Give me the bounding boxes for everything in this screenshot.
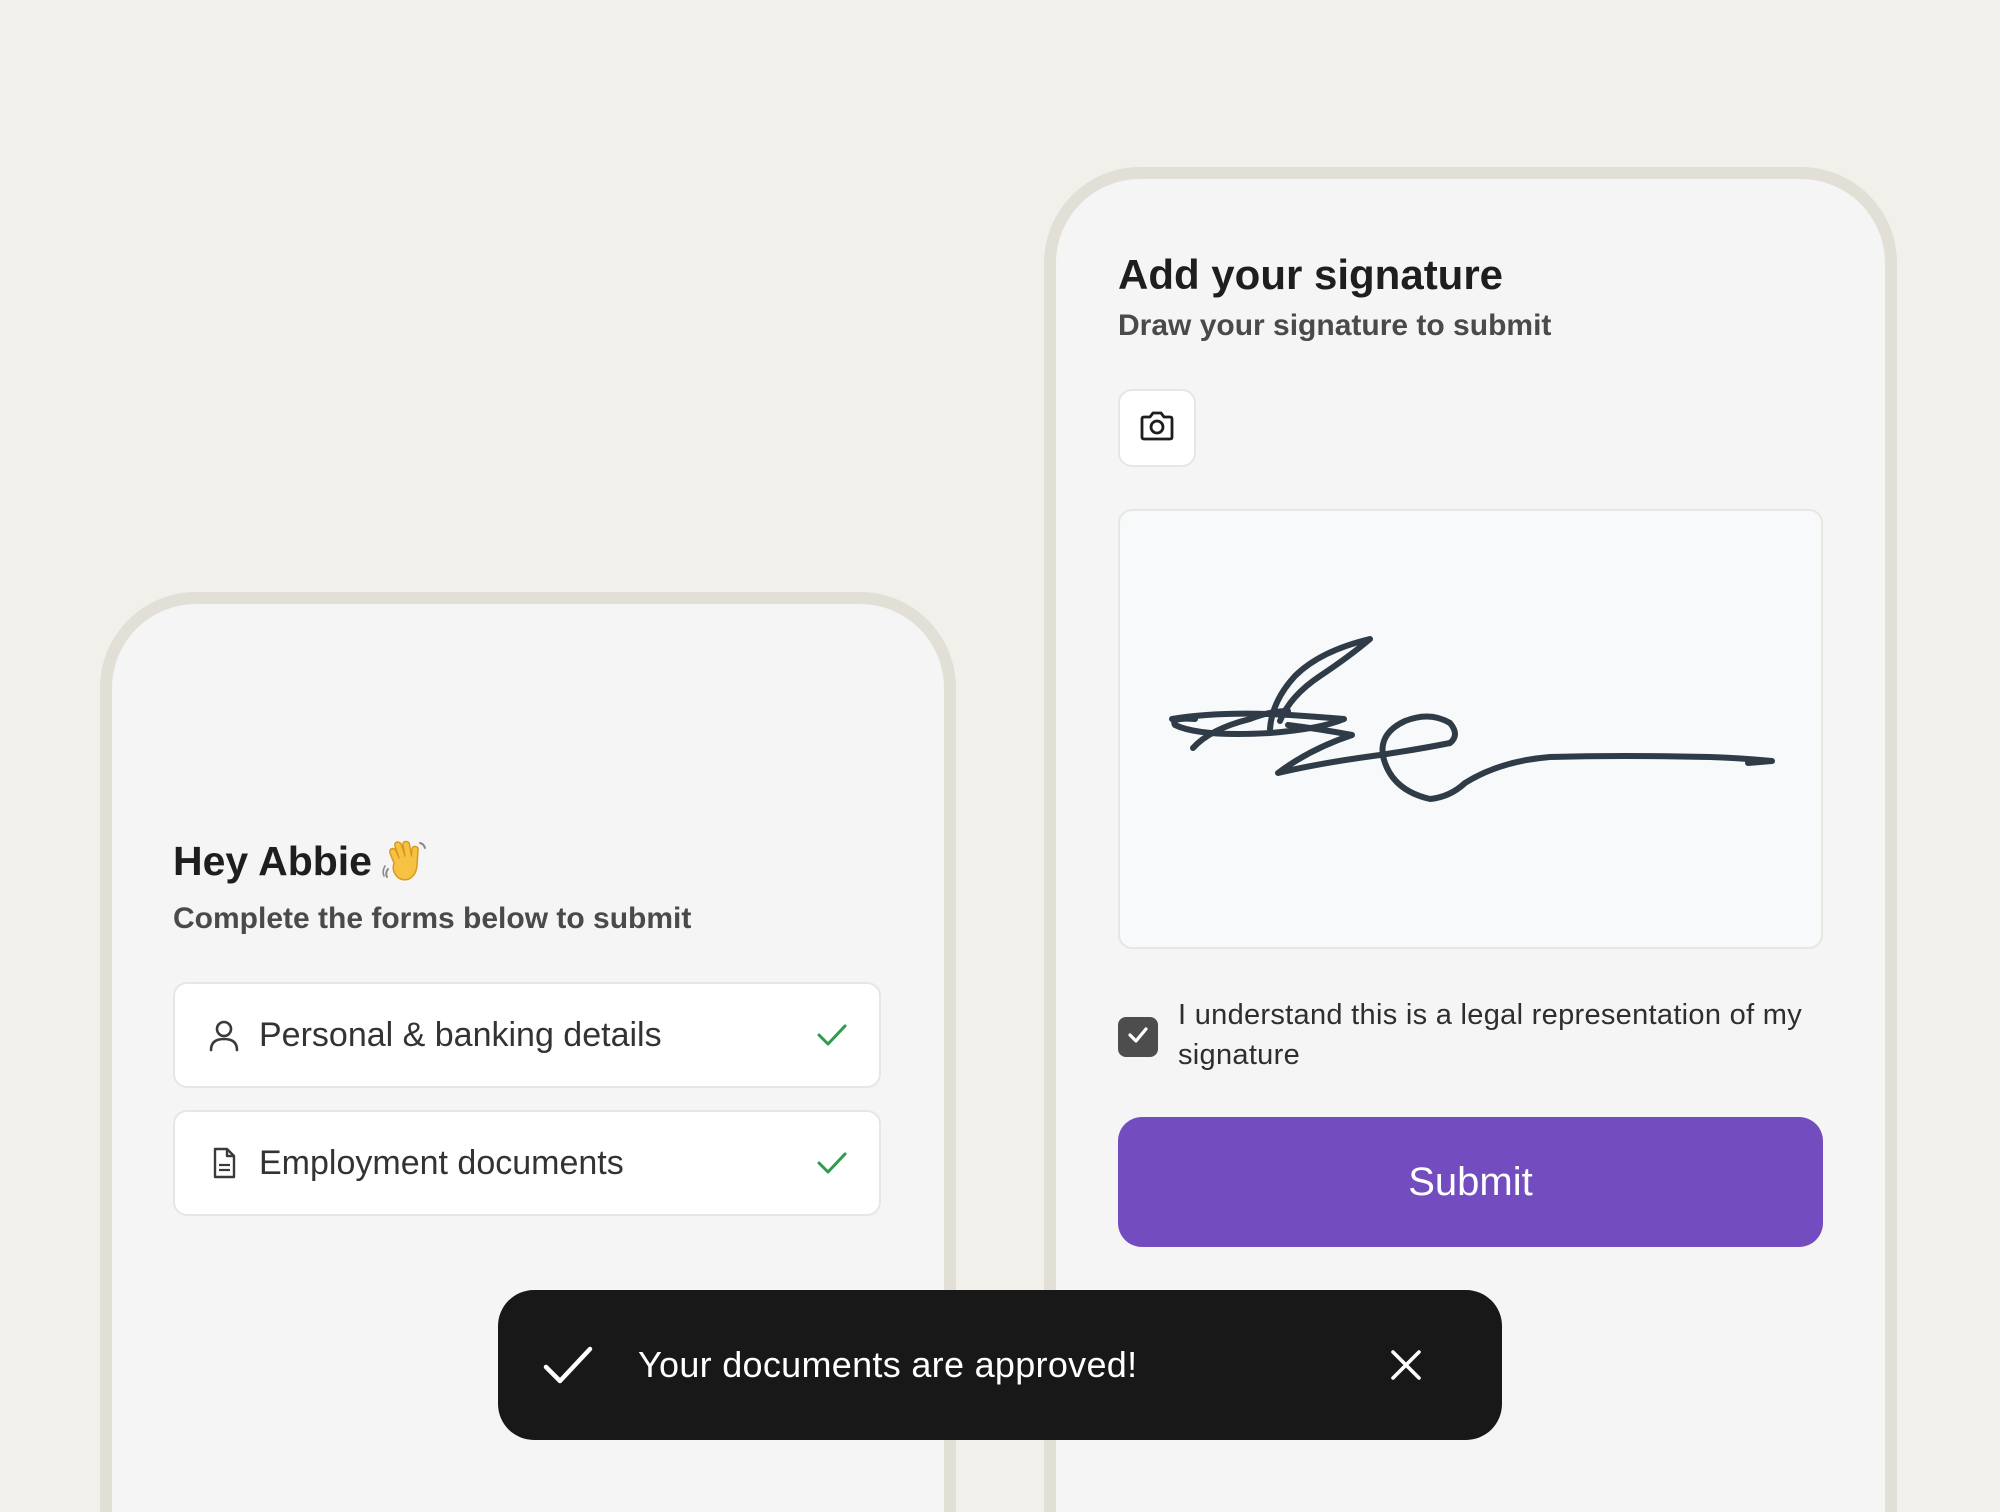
camera-button[interactable] (1118, 389, 1196, 467)
signature-title: Add your signature (1118, 251, 1504, 298)
checkmark-icon (815, 1146, 849, 1180)
camera-icon (1138, 407, 1176, 450)
form-item-label: Employment documents (259, 1143, 624, 1182)
signature-drawing (1169, 636, 1775, 802)
waving-hand-icon (382, 839, 428, 885)
consent-label: I understand this is a legal representat… (1178, 999, 1803, 1071)
submit-button[interactable]: Submit (1118, 1117, 1823, 1247)
document-icon (207, 1146, 241, 1180)
greeting-text: Hey Abbie (173, 838, 372, 884)
approval-toast: Your documents are approved! (498, 1290, 1502, 1440)
form-item-personal-banking[interactable]: Personal & banking details (173, 982, 881, 1088)
checkmark-icon (815, 1018, 849, 1052)
consent-checkbox[interactable] (1118, 1017, 1158, 1057)
signature-pad[interactable] (1118, 509, 1823, 949)
form-item-employment-documents[interactable]: Employment documents (173, 1110, 881, 1216)
close-icon[interactable] (1378, 1337, 1434, 1393)
checkmark-icon (540, 1337, 596, 1393)
onboarding-subtitle: Complete the forms below to submit (173, 902, 692, 935)
greeting-heading: Hey Abbie (173, 838, 428, 885)
checkmark-icon (1126, 1023, 1150, 1052)
form-item-label: Personal & banking details (259, 1015, 662, 1054)
toast-message: Your documents are approved! (638, 1344, 1138, 1385)
signature-subtitle: Draw your signature to submit (1118, 309, 1552, 342)
user-icon (207, 1018, 241, 1052)
